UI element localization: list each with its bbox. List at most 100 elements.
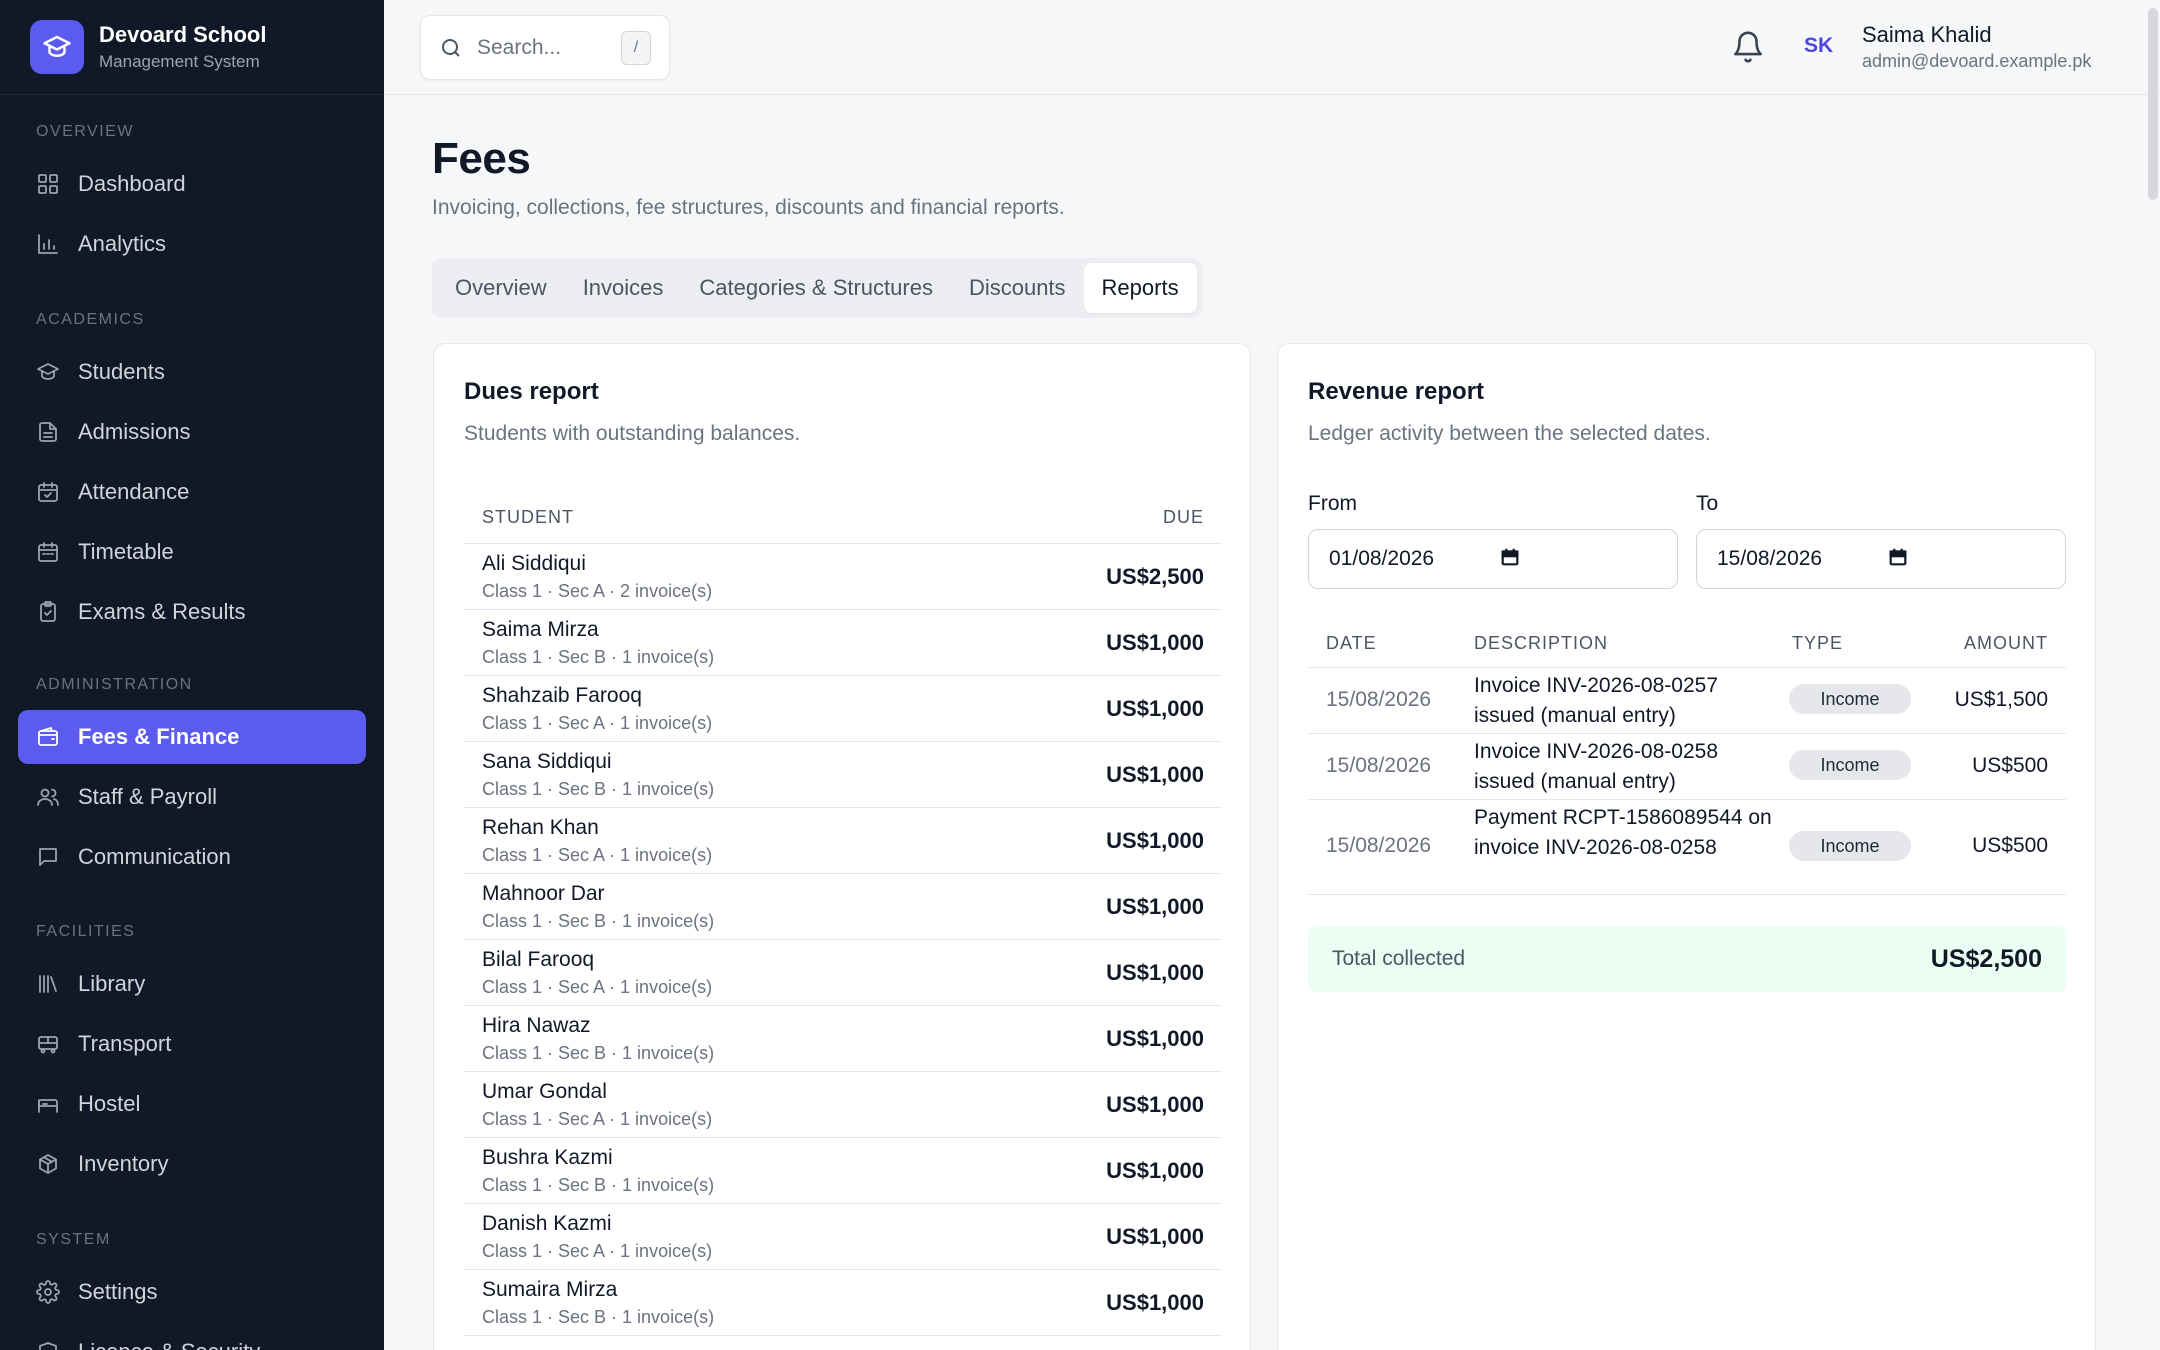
student-meta: Class 1 · Sec B · 1 invoice(s) xyxy=(482,1306,715,1327)
sidebar-item-hostel[interactable]: Hostel xyxy=(18,1077,366,1131)
sidebar-item-fees-finance[interactable]: Fees & Finance xyxy=(18,710,366,764)
sidebar-item-label: Licence & Security xyxy=(78,1339,260,1350)
student-name: Bushra Kazmi xyxy=(482,1145,613,1169)
table-row[interactable]: Bushra Kazmi Class 1 · Sec B · 1 invoice(… xyxy=(464,1138,1222,1204)
calendar-icon[interactable] xyxy=(1499,546,1521,573)
table-row[interactable]: Ali Siddiqui Class 1 · Sec A · 2 invoice(… xyxy=(464,544,1222,610)
ledger-description: Invoice INV-2026-08-0258 issued (manual … xyxy=(1474,740,1718,793)
sidebar-item-label: Settings xyxy=(78,1279,158,1304)
calendar-check-icon xyxy=(38,482,58,502)
ledger-amount: US$500 xyxy=(1972,834,2048,857)
sidebar-item-communication[interactable]: Communication xyxy=(18,830,366,884)
table-row[interactable]: Umar Gondal Class 1 · Sec A · 1 invoice(s… xyxy=(464,1072,1222,1138)
sidebar-item-library[interactable]: Library xyxy=(18,957,366,1011)
table-row[interactable]: Danish Kazmi Class 1 · Sec A · 1 invoice(… xyxy=(464,1204,1222,1270)
tab-discounts[interactable]: Discounts xyxy=(951,263,1084,313)
table-row[interactable]: 15/08/2026 Payment RCPT-1586089544 on in… xyxy=(1308,800,2066,895)
sidebar-item-students[interactable]: Students xyxy=(18,345,366,399)
search-box[interactable]: / xyxy=(420,15,670,80)
student-meta: Class 1 · Sec A · 1 invoice(s) xyxy=(482,976,713,997)
dues-table-header: STUDENT DUE xyxy=(464,492,1222,544)
column-header-type[interactable]: TYPE xyxy=(1792,633,1843,654)
total-collected-label: Total collected xyxy=(1332,947,1466,970)
student-name: Rehan Khan xyxy=(482,815,599,839)
due-amount: US$1,000 xyxy=(1106,695,1204,721)
page-scrollbar[interactable] xyxy=(2148,8,2158,200)
table-row[interactable]: Sumaira Mirza Class 1 · Sec B · 1 invoice… xyxy=(464,1270,1222,1336)
table-row[interactable]: Bilal Farooq Class 1 · Sec A · 1 invoice(… xyxy=(464,940,1222,1006)
ledger-amount: US$500 xyxy=(1972,754,2048,777)
sidebar-item-settings[interactable]: Settings xyxy=(18,1265,366,1319)
brand-title: Devoard School xyxy=(99,22,267,47)
table-row[interactable]: Saima Mirza Class 1 · Sec B · 1 invoice(s… xyxy=(464,610,1222,676)
sidebar-item-label: Students xyxy=(78,359,165,384)
tab-invoices[interactable]: Invoices xyxy=(565,263,682,313)
ledger-description: Invoice INV-2026-08-0257 issued (manual … xyxy=(1474,674,1718,727)
user-email: admin@devoard.example.pk xyxy=(1862,51,2092,71)
page-title: Fees xyxy=(432,134,531,183)
total-collected: Total collected US$2,500 xyxy=(1308,926,2066,992)
table-row[interactable]: Mahnoor Dar Class 1 · Sec B · 1 invoice(s… xyxy=(464,874,1222,940)
tab-categories-structures[interactable]: Categories & Structures xyxy=(681,263,951,313)
notifications-button[interactable] xyxy=(1731,30,1765,64)
bell-icon xyxy=(1733,31,1763,63)
sidebar-item-analytics[interactable]: Analytics xyxy=(18,217,366,271)
column-header-description[interactable]: DESCRIPTION xyxy=(1474,633,1608,654)
sidebar-item-transport[interactable]: Transport xyxy=(18,1017,366,1071)
column-header-amount[interactable]: AMOUNT xyxy=(1964,633,2048,654)
student-meta: Class 1 · Sec A · 1 invoice(s) xyxy=(482,1108,713,1129)
sidebar-item-dashboard[interactable]: Dashboard xyxy=(18,157,366,211)
tab-overview[interactable]: Overview xyxy=(437,263,565,313)
topbar: / SK Saima Khalid admin@devoard.example.… xyxy=(384,0,2160,95)
brand[interactable]: Devoard School Management System xyxy=(0,0,384,95)
tab-reports[interactable]: Reports xyxy=(1083,263,1197,313)
total-collected-value: US$2,500 xyxy=(1930,944,2042,973)
nav-section-administration: Administration xyxy=(36,676,193,693)
nav-section-overview: Overview xyxy=(36,123,134,140)
nav-section-system: System xyxy=(36,1231,111,1248)
search-input[interactable] xyxy=(477,35,617,60)
table-row[interactable]: Hira Nawaz Class 1 · Sec B · 1 invoice(s)… xyxy=(464,1006,1222,1072)
sidebar-item-label: Fees & Finance xyxy=(78,724,240,749)
user-name[interactable]: Saima Khalid xyxy=(1862,22,1992,48)
sidebar-item-licence-security[interactable]: Licence & Security xyxy=(18,1325,366,1350)
table-row[interactable]: 15/08/2026 Invoice INV-2026-08-0258 issu… xyxy=(1308,734,2066,800)
search-icon xyxy=(442,38,460,57)
document-icon xyxy=(39,422,57,442)
student-meta: Class 1 · Sec B · 1 invoice(s) xyxy=(482,1042,715,1063)
student-name: Hira Nawaz xyxy=(482,1013,591,1037)
sidebar-item-label: Analytics xyxy=(78,231,167,256)
message-icon xyxy=(39,848,57,866)
to-date-label: To xyxy=(1696,492,1719,515)
sidebar-item-timetable[interactable]: Timetable xyxy=(18,525,366,579)
sidebar-item-inventory[interactable]: Inventory xyxy=(18,1137,366,1191)
table-row[interactable]: Shahzaib Farooq Class 1 · Sec A · 1 invoi… xyxy=(464,676,1222,742)
sidebar-item-label: Communication xyxy=(78,844,231,869)
to-date-input[interactable]: 15/08/2026 xyxy=(1696,529,2066,589)
column-header-student[interactable]: STUDENT xyxy=(482,507,574,528)
table-row[interactable]: Sana Siddiqui Class 1 · Sec B · 1 invoice… xyxy=(464,742,1222,808)
sidebar-item-staff-payroll[interactable]: Staff & Payroll xyxy=(18,770,366,824)
student-name: Ali Siddiqui xyxy=(482,551,586,575)
sidebar-item-label: Dashboard xyxy=(78,171,186,196)
ledger-amount: US$1,500 xyxy=(1954,688,2048,711)
table-row[interactable]: 15/08/2026 Invoice INV-2026-08-0257 issu… xyxy=(1308,668,2066,734)
ledger-date: 15/08/2026 xyxy=(1326,834,1432,857)
revenue-report-description: Ledger activity between the selected dat… xyxy=(1308,422,1711,445)
avatar[interactable]: SK xyxy=(1804,34,1833,58)
student-meta: Class 1 · Sec B · 1 invoice(s) xyxy=(482,778,715,799)
sidebar-item-label: Timetable xyxy=(78,539,174,564)
ledger-description: Payment RCPT-1586089544 on invoice INV-2… xyxy=(1474,806,1772,859)
sidebar-item-exams-results[interactable]: Exams & Results xyxy=(18,585,366,639)
column-header-date[interactable]: DATE xyxy=(1326,633,1377,654)
due-amount: US$1,000 xyxy=(1106,893,1204,919)
users-icon xyxy=(37,788,59,806)
from-date-input[interactable]: 01/08/2026 xyxy=(1308,529,1678,589)
sidebar-item-attendance[interactable]: Attendance xyxy=(18,465,366,519)
table-row[interactable]: Rehan Khan Class 1 · Sec A · 1 invoice(s)… xyxy=(464,808,1222,874)
due-amount: US$1,000 xyxy=(1106,1025,1204,1051)
package-icon xyxy=(39,1154,57,1174)
sidebar-item-admissions[interactable]: Admissions xyxy=(18,405,366,459)
calendar-icon[interactable] xyxy=(1887,546,1909,573)
column-header-due[interactable]: DUE xyxy=(1163,507,1204,528)
